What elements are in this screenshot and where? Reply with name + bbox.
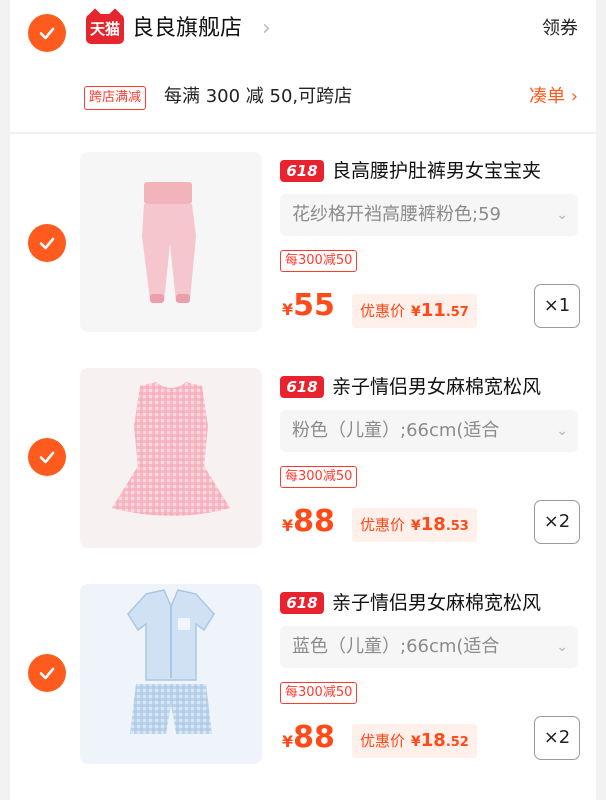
sku-selector[interactable]: 粉色（儿童）;66cm(适合 ⌄: [280, 410, 578, 452]
item-select-checkbox[interactable]: [28, 654, 66, 692]
item-select-checkbox[interactable]: [28, 224, 66, 262]
pink-dress-image[interactable]: [80, 368, 262, 548]
sku-text: 蓝色（儿童）;66cm(适合: [292, 636, 500, 657]
pink-pants-image[interactable]: [80, 152, 262, 332]
deal-price-dec: .53: [445, 519, 469, 534]
currency-symbol: ¥: [282, 300, 294, 319]
chevron-right-icon[interactable]: ›: [262, 16, 271, 42]
discounted-price: 优惠价 ¥11.57: [352, 294, 477, 328]
get-coupon-button[interactable]: 领券: [542, 14, 578, 44]
item-select-checkbox[interactable]: [28, 438, 66, 476]
quantity-button[interactable]: ×1: [534, 284, 580, 328]
deal-price-int: 11: [420, 300, 446, 321]
item-title[interactable]: 亲子情侣男女麻棉宽松风: [332, 588, 590, 618]
cart-shop-card: 天猫 良良旗舰店 › 领券 跨店满减 每满 300 减 50,可跨店 凑单 › …: [10, 0, 596, 800]
cross-store-discount-tag: 跨店满减: [84, 86, 147, 110]
deal-currency: ¥: [411, 518, 421, 534]
blue-pajama-set-image[interactable]: [80, 584, 262, 764]
discount-tag: 每300减50: [280, 682, 358, 704]
chevron-down-icon: ⌄: [556, 207, 568, 223]
item-price: ¥55: [282, 288, 335, 323]
chevron-down-icon: ⌄: [556, 639, 568, 655]
cart-item: 618 亲子情侣男女麻棉宽松风 蓝色（儿童）;66cm(适合 ⌄ 每300减50…: [10, 576, 596, 791]
618-promo-tag: 618: [280, 376, 324, 398]
add-items-link[interactable]: 凑单 ›: [529, 82, 578, 112]
tmall-logo: 天猫: [86, 14, 124, 44]
discount-tag: 每300减50: [280, 466, 358, 488]
check-icon: [39, 451, 55, 464]
check-icon: [39, 667, 55, 680]
sku-text: 粉色（儿童）;66cm(适合: [292, 420, 500, 441]
sku-text: 花纱格开裆高腰裤粉色;59: [292, 204, 501, 225]
deal-label: 优惠价: [360, 302, 406, 320]
deal-price-int: 18: [420, 514, 446, 535]
sku-selector[interactable]: 花纱格开裆高腰裤粉色;59 ⌄: [280, 194, 578, 236]
deal-price-dec: .57: [445, 305, 469, 320]
shop-header: 天猫 良良旗舰店 › 领券 跨店满减 每满 300 减 50,可跨店 凑单 ›: [10, 0, 596, 134]
item-title[interactable]: 亲子情侣男女麻棉宽松风: [332, 372, 590, 402]
deal-price-dec: .52: [445, 735, 469, 750]
deal-currency: ¥: [411, 734, 421, 750]
price-value: 88: [293, 504, 335, 539]
promo-text: 每满 300 减 50,可跨店: [164, 86, 353, 107]
cart-item: 618 亲子情侣男女麻棉宽松风 粉色（儿童）;66cm(适合 ⌄ 每300减50…: [10, 362, 596, 577]
price-value: 88: [293, 720, 335, 755]
item-price: ¥88: [282, 720, 335, 755]
check-icon: [39, 27, 55, 40]
618-promo-tag: 618: [280, 592, 324, 614]
currency-symbol: ¥: [282, 732, 294, 751]
sku-selector[interactable]: 蓝色（儿童）;66cm(适合 ⌄: [280, 626, 578, 668]
check-icon: [39, 237, 55, 250]
item-price: ¥88: [282, 504, 335, 539]
discounted-price: 优惠价 ¥18.53: [352, 508, 477, 542]
quantity-button[interactable]: ×2: [534, 716, 580, 760]
618-promo-tag: 618: [280, 160, 324, 182]
cart-item: 618 良高腰护肚裤男女宝宝夹 花纱格开裆高腰裤粉色;59 ⌄ 每300减50 …: [10, 148, 596, 363]
shop-name[interactable]: 良良旗舰店: [132, 12, 242, 46]
price-value: 55: [293, 288, 335, 323]
discount-tag: 每300减50: [280, 250, 358, 272]
quantity-button[interactable]: ×2: [534, 500, 580, 544]
deal-currency: ¥: [411, 304, 421, 320]
deal-price-int: 18: [420, 730, 446, 751]
shop-select-checkbox[interactable]: [28, 14, 66, 52]
chevron-down-icon: ⌄: [556, 423, 568, 439]
discounted-price: 优惠价 ¥18.52: [352, 724, 477, 758]
deal-label: 优惠价: [360, 732, 406, 750]
item-title[interactable]: 良高腰护肚裤男女宝宝夹: [332, 156, 590, 186]
deal-label: 优惠价: [360, 516, 406, 534]
currency-symbol: ¥: [282, 516, 294, 535]
